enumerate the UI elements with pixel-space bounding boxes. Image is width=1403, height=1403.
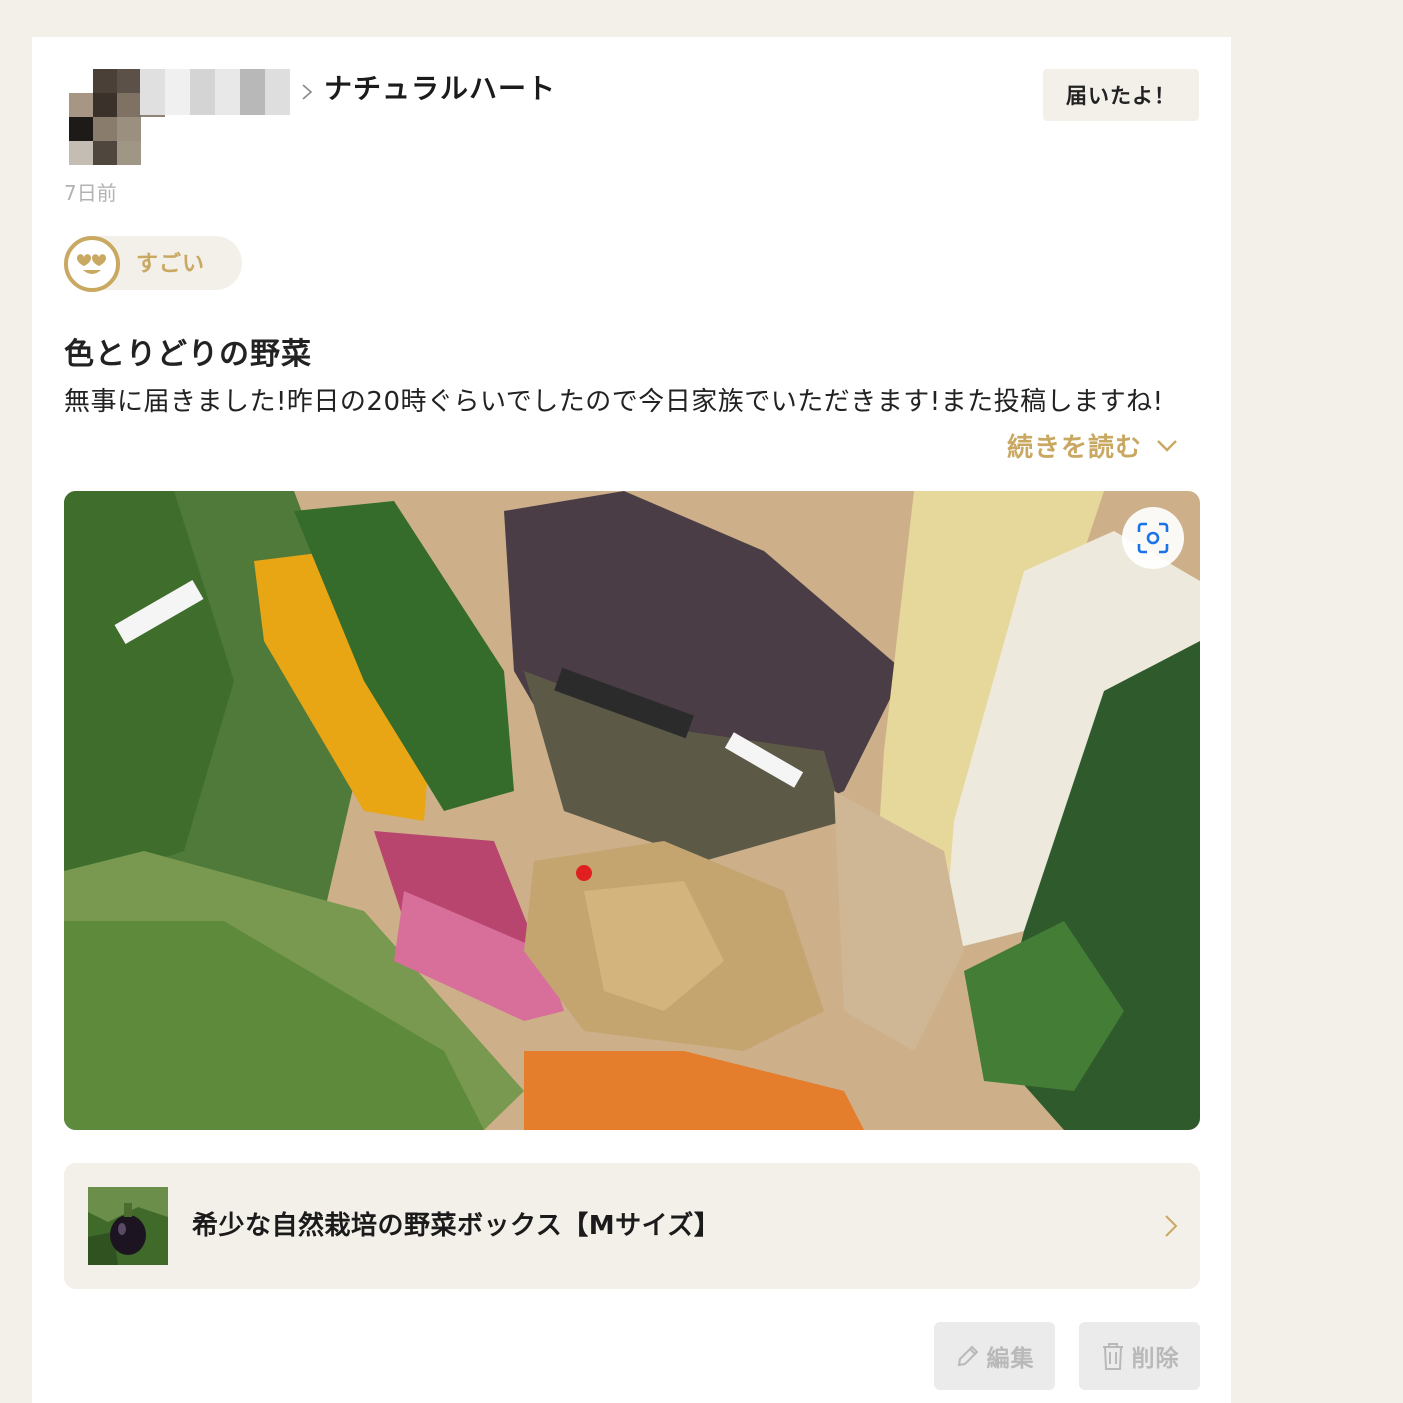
chevron-right-icon <box>302 84 313 100</box>
vegetables-photo <box>64 491 1200 1130</box>
product-thumbnail <box>88 1187 168 1265</box>
store-name-link[interactable]: ナチュラルハート <box>324 69 556 109</box>
image-search-button[interactable] <box>1122 507 1184 569</box>
chevron-down-icon <box>1157 439 1177 452</box>
post-title: 色とりどりの野菜 <box>64 337 312 372</box>
chevron-right-icon <box>1165 1215 1178 1237</box>
user-name[interactable] <box>140 69 290 115</box>
product-name: 希少な自然栽培の野菜ボックス【Mサイズ】 <box>192 1211 721 1241</box>
post-card: ナチュラルハート 届いたよ！ 7日前 すごい 色とりどりの野菜 無事に届きました… <box>32 37 1231 1403</box>
edit-button[interactable]: 編集 <box>934 1322 1055 1390</box>
pencil-icon <box>957 1345 978 1367</box>
delete-button[interactable]: 削除 <box>1079 1322 1200 1390</box>
read-more-link[interactable]: 続きを読む <box>1007 427 1178 464</box>
product-link-card[interactable]: 希少な自然栽培の野菜ボックス【Mサイズ】 <box>64 1163 1200 1289</box>
heart-eyes-face-icon <box>64 236 120 292</box>
received-badge: 届いたよ！ <box>1043 69 1199 121</box>
reaction-badge[interactable]: すごい <box>64 236 242 292</box>
delete-label: 削除 <box>1131 1346 1180 1372</box>
trash-icon <box>1102 1343 1123 1370</box>
post-header: ナチュラルハート 届いたよ！ 7日前 <box>32 37 1231 217</box>
lens-icon <box>1137 522 1169 554</box>
post-timestamp: 7日前 <box>64 181 117 205</box>
reaction-label: すごい <box>136 252 206 277</box>
edit-label: 編集 <box>986 1346 1035 1372</box>
read-more-label: 続きを読む <box>1007 433 1143 463</box>
post-body: 無事に届きました!昨日の20時ぐらいでしたので今日家族でいただきます!また投稿し… <box>64 387 1164 417</box>
post-photo[interactable] <box>64 491 1200 1130</box>
